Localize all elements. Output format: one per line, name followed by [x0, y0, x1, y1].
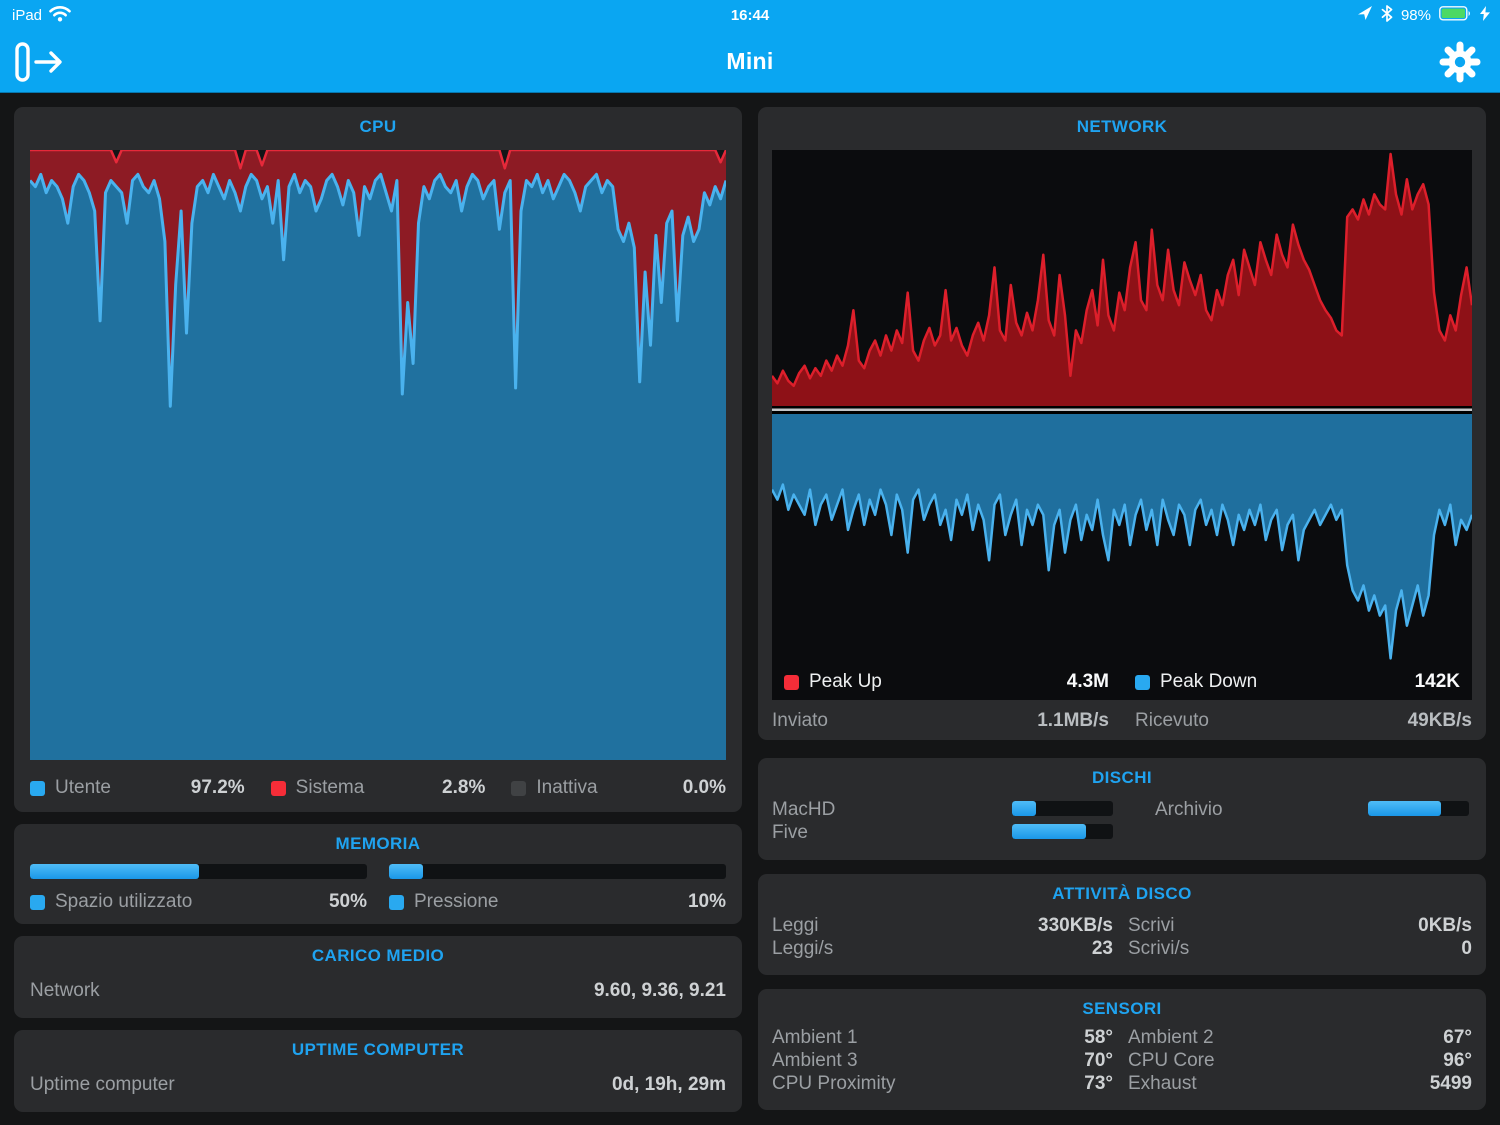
uptime-title: UPTIME COMPUTER — [291, 1040, 465, 1059]
sensor-cpucore-row: CPU Core 96° — [1128, 1050, 1472, 1071]
status-bar: iPad 16:44 98% — [0, 0, 1500, 30]
disk-five-label: Five — [772, 822, 808, 843]
memory-panel-title: MEMORIA — [335, 834, 421, 853]
network-chart — [772, 150, 1472, 700]
memory-panel: MEMORIA Spazio utilizzato 50% Pressione … — [14, 824, 742, 924]
disk-machd-label: MacHD — [772, 799, 836, 820]
peak-up-legend: Peak Up 4.3M — [784, 669, 1109, 695]
charging-bolt-icon — [1480, 5, 1490, 25]
cpu-panel: CPU Utente 97.2% Sistema 2.8% Inattiva 0… — [14, 107, 742, 812]
memory-used-swatch — [30, 894, 45, 910]
sensor-ambient2-row: Ambient 2 67° — [1128, 1027, 1472, 1048]
page-title: Mini — [726, 48, 774, 74]
disk-activity-panel: ATTIVITÀ DISCO Leggi 330KB/s Scrivi 0KB/… — [758, 874, 1486, 975]
cpu-legend: Utente 97.2% Sistema 2.8% Inattiva 0.0% — [30, 775, 726, 801]
cpu-legend-system: Sistema 2.8% — [270, 775, 485, 801]
disk-activity-title: ATTIVITÀ DISCO — [1052, 884, 1192, 903]
sensors-panel: SENSORI Ambient 1 58° Ambient 2 67° Ambi… — [758, 989, 1486, 1110]
sensor-ambient1-row: Ambient 1 58° — [772, 1027, 1113, 1048]
reads-per-sec-row: Leggi/s 23 — [772, 938, 1113, 959]
user-swatch — [30, 780, 45, 796]
cpu-panel-title: CPU — [359, 117, 397, 136]
sensor-ambient3-row: Ambient 3 70° — [772, 1050, 1113, 1071]
memory-used-bar — [30, 864, 367, 879]
cpu-legend-user: Utente 97.2% — [30, 775, 245, 801]
sensor-cpuproximity-row: CPU Proximity 73° — [772, 1073, 1113, 1094]
location-icon — [1357, 5, 1373, 25]
clock: 16:44 — [730, 6, 770, 24]
sensor-exhaust-row: Exhaust 5499 — [1128, 1073, 1472, 1094]
write-rate-row: Scrivi 0KB/s — [1128, 915, 1472, 936]
received-row: Ricevuto 49KB/s — [1135, 710, 1472, 731]
load-average-row: Network 9.60, 9.36, 9.21 — [30, 980, 726, 1001]
read-rate-row: Leggi 330KB/s — [772, 915, 1113, 936]
load-average-title: CARICO MEDIO — [311, 946, 445, 965]
bluetooth-icon — [1381, 4, 1393, 26]
memory-legend: Spazio utilizzato 50% Pressione 10% — [30, 890, 726, 914]
cpu-legend-idle: Inattiva 0.0% — [511, 775, 726, 801]
peak-down-legend: Peak Down 142K — [1135, 669, 1460, 695]
disks-panel: DISCHI MacHD Five Archivio — [758, 758, 1486, 860]
disk-archivio-bar — [1368, 801, 1469, 816]
uptime-panel: UPTIME COMPUTER Uptime computer 0d, 19h,… — [14, 1030, 742, 1112]
peak-down-swatch — [1135, 674, 1150, 690]
memory-pressure-bar — [389, 864, 726, 879]
memory-used-legend: Spazio utilizzato 50% — [30, 890, 367, 914]
network-panel: NETWORK Peak Up 4.3M Peak Down 142K Invi… — [758, 107, 1486, 740]
memory-pressure-swatch — [389, 894, 404, 910]
network-footer: Inviato 1.1MB/s Ricevuto 49KB/s — [772, 708, 1472, 734]
disk-five-bar — [1012, 824, 1113, 839]
writes-per-sec-row: Scrivi/s 0 — [1128, 938, 1472, 959]
settings-button[interactable] — [1438, 40, 1482, 84]
network-legend: Peak Up 4.3M Peak Down 142K — [784, 669, 1460, 695]
uptime-row: Uptime computer 0d, 19h, 29m — [30, 1074, 726, 1095]
peak-up-swatch — [784, 674, 799, 690]
memory-bars — [30, 864, 726, 879]
cpu-chart — [30, 150, 726, 760]
battery-icon — [1439, 5, 1472, 25]
sent-row: Inviato 1.1MB/s — [772, 710, 1109, 731]
battery-percent: 98% — [1400, 6, 1431, 24]
disk-archivio-label: Archivio — [1155, 799, 1223, 820]
disks-title: DISCHI — [1091, 768, 1153, 787]
nav-bar: Mini — [0, 30, 1500, 93]
load-average-panel: CARICO MEDIO Network 9.60, 9.36, 9.21 — [14, 936, 742, 1018]
disk-machd-bar — [1012, 801, 1113, 816]
sensors-title: SENSORI — [1082, 999, 1162, 1018]
network-panel-title: NETWORK — [1076, 117, 1168, 136]
system-swatch — [270, 780, 286, 796]
memory-pressure-legend: Pressione 10% — [389, 890, 726, 914]
idle-swatch — [511, 780, 527, 796]
gear-icon — [1439, 41, 1481, 83]
